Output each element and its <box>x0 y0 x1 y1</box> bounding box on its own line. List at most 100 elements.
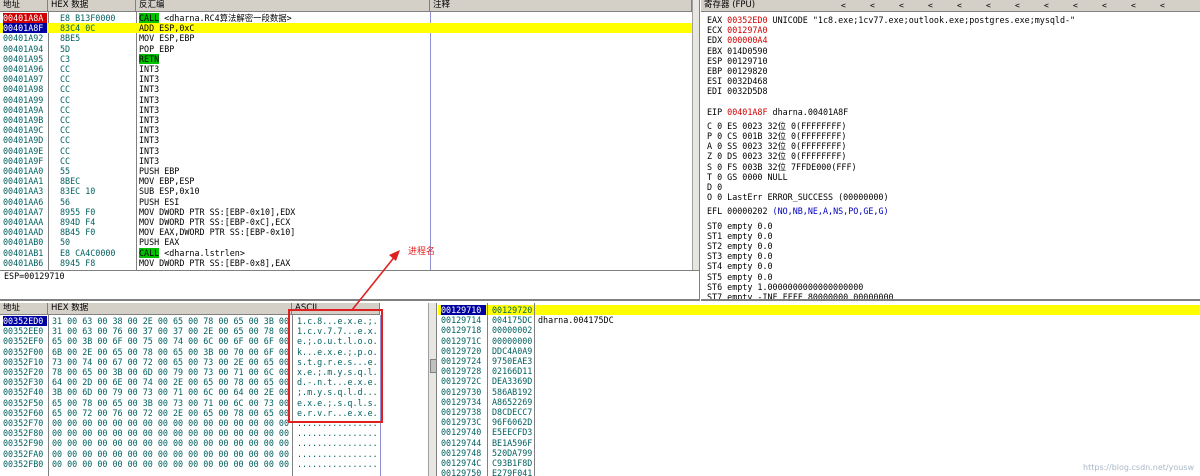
stack-row[interactable]: 00129718 00000002 <box>438 325 1200 335</box>
register-nav-button[interactable]: < <box>870 0 875 11</box>
stack-row[interactable]: 00129734 A8652269 <box>438 397 1200 407</box>
stack-address: 00129724 <box>441 356 482 366</box>
stack-row[interactable]: 00129730 586AB192 <box>438 387 1200 397</box>
disasm-row[interactable]: 00401A9C CC INT3 <box>0 125 692 135</box>
dump-scroll-thumb[interactable] <box>430 359 436 373</box>
register-esi[interactable]: ESI 0032D468 <box>707 76 1196 86</box>
flag-segment-line[interactable]: C 0 ES 0023 32位 0(FFFFFFFF) <box>707 121 1196 131</box>
flag-segment-line[interactable]: D 0 <box>707 182 1196 192</box>
disasm-row[interactable]: 00401AA3 83EC 10 SUB ESP,0x10 <box>0 186 692 196</box>
stack-row[interactable]: 00129720 DDC4A0A9 <box>438 346 1200 356</box>
register-nav-button[interactable]: < <box>986 0 991 11</box>
register-nav-button[interactable]: < <box>1131 0 1136 11</box>
disasm-row[interactable]: 00401AB0 50 PUSH EAX <box>0 237 692 247</box>
col-header-comment[interactable]: 注释 <box>430 0 692 12</box>
register-nav-button[interactable]: < <box>899 0 904 11</box>
fpu-register[interactable]: ST5 empty 0.0 <box>707 272 1196 282</box>
disasm-row[interactable]: 00401A8F 83C4 0C ADD ESP,0xC <box>0 23 692 34</box>
flag-segment-line[interactable]: Z 0 DS 0023 32位 0(FFFFFFFF) <box>707 151 1196 161</box>
flag-segment-line[interactable]: O 0 LastErr ERROR_SUCCESS (00000000) <box>707 192 1196 202</box>
stack-row[interactable]: 00129728 02166D11 <box>438 366 1200 376</box>
register-nav-button[interactable]: < <box>957 0 962 11</box>
disasm-row[interactable]: 00401A9F CC INT3 <box>0 156 692 166</box>
disasm-row[interactable]: 00401AAA 894D F4 MOV DWORD PTR SS:[EBP-0xC… <box>0 217 692 227</box>
disasm-row[interactable]: 00401A92 8BE5 MOV ESP,EBP <box>0 33 692 43</box>
register-esp[interactable]: ESP 00129710 <box>707 56 1196 66</box>
register-nav-button[interactable]: < <box>1015 0 1020 11</box>
disasm-row[interactable]: 00401AB6 8945 F8 MOV DWORD PTR SS:[EBP-0x8… <box>0 258 692 268</box>
disassembly-pane: 地址 HEX 数据 反汇编 注释 00401A8A E8 B13F0000 CALL… <box>0 0 700 271</box>
disasm-row[interactable]: 00401A98 CC INT3 <box>0 84 692 94</box>
fpu-register[interactable]: ST1 empty 0.0 <box>707 231 1196 241</box>
flag-segment-line[interactable]: T 0 GS 0000 NULL <box>707 172 1196 182</box>
stack-row[interactable]: 00129738 D8CDECC7 <box>438 407 1200 417</box>
disasm-row[interactable]: 00401AB1 E8 CA4C0000 CALL <dharna.lstrlen> <box>0 247 692 258</box>
register-eax[interactable]: EAX 00352ED0 UNICODE "1c8.exe;1cv77.exe;… <box>707 15 1196 25</box>
col-header-disassembly[interactable]: 反汇编 <box>136 0 430 12</box>
dump-row[interactable]: 00352FB0 00 00 00 00 00 00 00 00 00 00 00… <box>0 459 428 469</box>
register-nav-button[interactable]: < <box>928 0 933 11</box>
fpu-register[interactable]: ST0 empty 0.0 <box>707 221 1196 231</box>
disasm-row[interactable]: 00401AAD 8B45 F0 MOV EAX,DWORD PTR SS:[EBP… <box>0 227 692 237</box>
fpu-register[interactable]: ST3 empty 0.0 <box>707 251 1196 261</box>
register-eip[interactable]: EIP 00401A8F dharna.00401A8F <box>707 107 1196 117</box>
register-nav-button[interactable]: < <box>1160 0 1165 11</box>
col-header-hex[interactable]: HEX 数据 <box>48 0 136 12</box>
registers-body[interactable]: EAX 00352ED0 UNICODE "1c8.exe;1cv77.exe;… <box>701 13 1200 299</box>
flag-segment-line[interactable]: S 0 FS 003B 32位 7FFDE000(FFF) <box>707 162 1196 172</box>
stack-row[interactable]: 0012972C DEA3369D <box>438 376 1200 386</box>
register-ecx[interactable]: ECX 001297A0 <box>707 25 1196 35</box>
disasm-row[interactable]: 00401A95 C3 RETN <box>0 53 692 64</box>
disasm-row[interactable]: 00401AA6 56 PUSH ESI <box>0 197 692 207</box>
dump-row[interactable]: 00352F80 00 00 00 00 00 00 00 00 00 00 00… <box>0 428 428 438</box>
register-nav-button[interactable]: < <box>1073 0 1078 11</box>
flag-segment-line[interactable]: P 0 CS 001B 32位 0(FFFFFFFF) <box>707 131 1196 141</box>
disassembly-list[interactable]: 00401A8A E8 B13F0000 CALL <dharna.RC4算法解密一… <box>0 13 692 269</box>
stack-row[interactable]: 00129740 E5EECFD3 <box>438 427 1200 437</box>
stack-value: A8652269 <box>492 396 533 407</box>
disasm-row[interactable]: 00401AA7 8955 F0 MOV DWORD PTR SS:[EBP-0x1… <box>0 207 692 217</box>
register-nav-button[interactable]: < <box>1102 0 1107 11</box>
fpu-register[interactable]: ST2 empty 0.0 <box>707 241 1196 251</box>
disasm-row[interactable]: 00401A9E CC INT3 <box>0 146 692 156</box>
fpu-register[interactable]: ST6 empty 1.0000000000000000000 <box>707 282 1196 292</box>
dump-col-header-address[interactable]: 地址 <box>0 303 48 315</box>
register-edx[interactable]: EDX 000000A4 <box>707 35 1196 45</box>
stack-row[interactable]: 00129748 520DA799 <box>438 448 1200 458</box>
register-ebx[interactable]: EBX 014D0590 <box>707 46 1196 56</box>
disasm-row[interactable]: 00401A97 CC INT3 <box>0 74 692 84</box>
register-edi[interactable]: EDI 0032D5D8 <box>707 86 1196 96</box>
col-header-address[interactable]: 地址 <box>0 0 48 12</box>
stack-list[interactable]: 00129710 00129720 00129714 004175DC dharna.0… <box>438 303 1200 476</box>
disasm-row[interactable]: 00401A8A E8 B13F0000 CALL <dharna.RC4算法解密一… <box>0 13 692 23</box>
disasm-row[interactable]: 00401A94 5D POP EBP <box>0 44 692 54</box>
dump-scrollbar[interactable] <box>428 303 436 476</box>
stack-row[interactable]: 0012971C 00000000 <box>438 336 1200 346</box>
register-nav-button[interactable]: < <box>841 0 846 11</box>
register-nav-button[interactable]: < <box>1044 0 1049 11</box>
disasm-opcode: CALL <box>139 13 160 23</box>
disasm-row[interactable]: 00401AA0 55 PUSH EBP <box>0 166 692 176</box>
stack-row[interactable]: 00129710 00129720 <box>438 305 1200 316</box>
disasm-row[interactable]: 00401A96 CC INT3 <box>0 64 692 74</box>
dump-row[interactable]: 00352FA0 00 00 00 00 00 00 00 00 00 00 00… <box>0 449 428 459</box>
fpu-register[interactable]: ST4 empty 0.0 <box>707 261 1196 271</box>
dump-col-header-hex[interactable]: HEX 数据 <box>48 303 292 315</box>
stack-row[interactable]: 00129744 BE1A596F <box>438 438 1200 448</box>
stack-row[interactable]: 00129724 9750EAE3 <box>438 356 1200 366</box>
flag-segment-line[interactable]: A 0 SS 0023 32位 0(FFFFFFFF) <box>707 141 1196 151</box>
disassembly-scrollbar[interactable] <box>692 0 699 270</box>
dump-ascii: ................ <box>297 438 378 449</box>
disasm-row[interactable]: 00401A9B CC INT3 <box>0 115 692 125</box>
disasm-row[interactable]: 00401A99 CC INT3 <box>0 95 692 105</box>
stack-value: DDC4A0A9 <box>492 345 533 356</box>
register-ebp[interactable]: EBP 00129820 <box>707 66 1196 76</box>
disasm-row[interactable]: 00401A9A CC INT3 <box>0 105 692 115</box>
fpu-register[interactable]: ST7 empty -INF FFFF 80000000 00000000 <box>707 292 1196 299</box>
dump-row[interactable]: 00352F90 00 00 00 00 00 00 00 00 00 00 00… <box>0 438 428 448</box>
stack-row[interactable]: 0012973C 96F6062D <box>438 417 1200 427</box>
register-efl[interactable]: EFL 00000202 (NO,NB,NE,A,NS,PO,GE,G) <box>707 206 1196 216</box>
disasm-row[interactable]: 00401AA1 8BEC MOV EBP,ESP <box>0 176 692 186</box>
disasm-row[interactable]: 00401A9D CC INT3 <box>0 135 692 145</box>
stack-row[interactable]: 00129714 004175DC dharna.004175DC <box>438 315 1200 325</box>
